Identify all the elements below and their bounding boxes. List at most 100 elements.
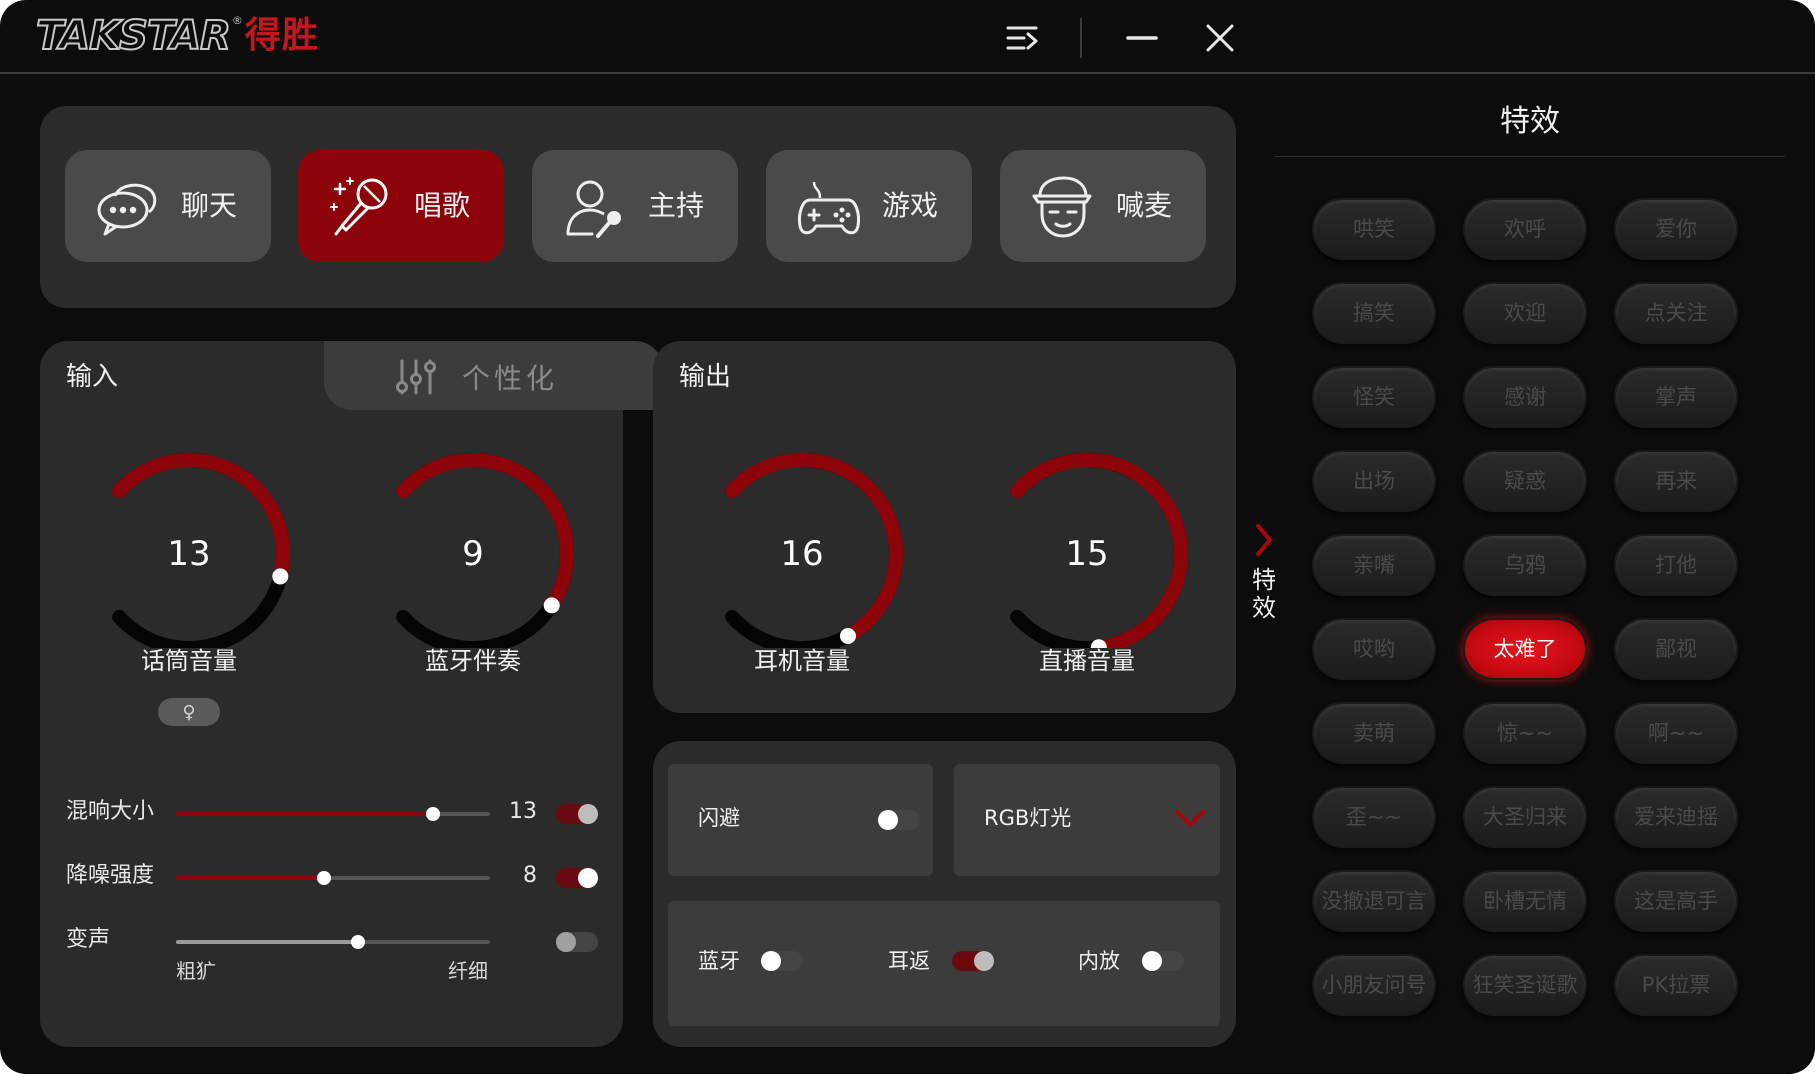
mode-label-shout: 喊麦	[1116, 189, 1173, 222]
tab-personalize-label: 个性化	[462, 362, 559, 395]
voice-change-left-label: 粗犷	[176, 959, 216, 983]
knob-handle[interactable]	[839, 627, 856, 644]
effect-button[interactable]: 卧槽无情	[1463, 870, 1587, 932]
reverb-slider-fill	[176, 812, 434, 816]
voice-change-toggle-knob	[556, 932, 576, 952]
effect-button[interactable]: 掌声	[1614, 366, 1738, 428]
knob-headphone-volume-label: 耳机音量	[754, 647, 850, 675]
effect-button[interactable]: 狂笑圣诞歌	[1463, 954, 1587, 1016]
effect-button[interactable]: 大圣归来	[1463, 786, 1587, 848]
bluetooth-label: 蓝牙	[698, 949, 740, 973]
output-controls-panel: 闪避 RGB灯光 蓝牙 耳返 内放	[653, 741, 1236, 1047]
ear-return-toggle[interactable]	[952, 951, 994, 971]
voice-change-slider-thumb[interactable]	[351, 935, 366, 949]
reverb-value: 13	[509, 799, 537, 824]
effect-button[interactable]: 太难了	[1463, 618, 1587, 680]
rgb-light-dropdown[interactable]: RGB灯光	[954, 764, 1220, 876]
knob-bt-accompaniment-value: 9	[462, 534, 484, 574]
reverb-slider[interactable]	[176, 807, 490, 821]
mode-button-sing[interactable]: 唱歌	[298, 150, 504, 262]
effect-button[interactable]: 鄙视	[1614, 618, 1738, 680]
effect-button[interactable]: 亲嘴	[1312, 534, 1436, 596]
effect-button[interactable]: 打他	[1614, 534, 1738, 596]
chat-bubble-icon	[97, 183, 157, 236]
knob-live-volume-label: 直播音量	[1039, 647, 1135, 675]
voice-change-right-label: 纤细	[448, 959, 488, 983]
logo-registered-mark: ®	[231, 14, 243, 27]
mic-mode-chip[interactable]: ♀	[158, 698, 220, 726]
knob-handle[interactable]	[543, 597, 560, 614]
effect-button[interactable]: 这是高手	[1614, 870, 1738, 932]
chevron-down-icon	[1175, 810, 1205, 827]
effect-button[interactable]: 歪~~	[1312, 786, 1436, 848]
effect-button[interactable]: 哄笑	[1312, 198, 1436, 260]
mode-label-chat: 聊天	[181, 189, 238, 222]
title-bar: TAKSTAR ® 得胜	[0, 0, 1815, 74]
effect-button[interactable]: 欢呼	[1463, 198, 1587, 260]
ear-return-label: 耳返	[888, 949, 930, 973]
effect-button[interactable]: 疑惑	[1463, 450, 1587, 512]
minimize-icon	[1126, 36, 1158, 40]
effect-button[interactable]: 欢迎	[1463, 282, 1587, 344]
bluetooth-toggle[interactable]	[761, 951, 803, 971]
mode-label-sing: 唱歌	[414, 189, 471, 222]
knob-bt-accompaniment[interactable]: 9	[363, 448, 583, 648]
mode-label-game: 游戏	[882, 189, 939, 222]
tab-personalize[interactable]: 个性化	[324, 341, 663, 410]
mode-button-host[interactable]: 主持	[532, 150, 738, 262]
noise-reduction-toggle[interactable]	[556, 868, 598, 888]
effect-button[interactable]: 哎哟	[1312, 618, 1436, 680]
voice-change-slider[interactable]	[176, 935, 490, 949]
ear-return-toggle-knob	[974, 951, 994, 971]
titlebar-divider	[0, 72, 1815, 74]
effects-divider	[1275, 156, 1785, 157]
internal-playback-label: 内放	[1078, 949, 1120, 973]
noise-reduction-value: 8	[523, 863, 537, 888]
voice-change-toggle[interactable]	[556, 932, 598, 952]
voice-change-label: 变声	[66, 927, 111, 952]
mode-button-game[interactable]: 游戏	[766, 150, 972, 262]
noise-reduction-toggle-knob	[578, 868, 598, 888]
effect-button[interactable]: 点关注	[1614, 282, 1738, 344]
logo-text-en: TAKSTAR	[35, 12, 232, 60]
effect-button[interactable]: 爱你	[1614, 198, 1738, 260]
mode-button-chat[interactable]: 聊天	[65, 150, 271, 262]
internal-playback-toggle-knob	[1142, 951, 1162, 971]
effect-button[interactable]: 搞笑	[1312, 282, 1436, 344]
effect-button[interactable]: 怪笑	[1312, 366, 1436, 428]
host-person-icon	[566, 180, 621, 238]
takstar-logo: TAKSTAR ® 得胜	[35, 12, 319, 60]
chevron-right-icon	[1256, 524, 1272, 556]
noise-reduction-slider[interactable]	[176, 871, 490, 885]
effect-button[interactable]: 感谢	[1463, 366, 1587, 428]
effects-side-tab[interactable]: 特效	[1248, 522, 1280, 622]
effect-button[interactable]: 没撤退可言	[1312, 870, 1436, 932]
dodge-toggle[interactable]	[878, 810, 920, 830]
titlebar-separator	[1080, 18, 1082, 58]
knob-mic-volume[interactable]: 13	[79, 448, 299, 648]
knob-live-volume-value: 15	[1065, 534, 1109, 574]
effect-button[interactable]: 啊~~	[1614, 702, 1738, 764]
internal-playback-toggle[interactable]	[1142, 951, 1184, 971]
knob-live-volume[interactable]: 15	[977, 448, 1197, 648]
effect-button[interactable]: 卖萌	[1312, 702, 1436, 764]
effect-button[interactable]: 乌鸦	[1463, 534, 1587, 596]
output-panel-title: 输出	[679, 362, 732, 392]
effect-button[interactable]: 出场	[1312, 450, 1436, 512]
dodge-toggle-knob	[878, 810, 898, 830]
mode-button-shout[interactable]: 喊麦	[1000, 150, 1206, 262]
effect-button[interactable]: PK拉票	[1614, 954, 1738, 1016]
effect-button[interactable]: 惊~~	[1463, 702, 1587, 764]
knob-headphone-volume[interactable]: 16	[692, 448, 912, 648]
monitor-card: 蓝牙 耳返 内放	[668, 901, 1220, 1026]
noise-reduction-slider-fill	[176, 876, 324, 880]
effect-button[interactable]: 爱来迪摇	[1614, 786, 1738, 848]
reverb-toggle[interactable]	[556, 804, 598, 824]
menu-button[interactable]	[1004, 18, 1044, 58]
close-button[interactable]	[1200, 18, 1240, 58]
effect-button[interactable]: 再来	[1614, 450, 1738, 512]
noise-reduction-slider-thumb[interactable]	[316, 871, 331, 885]
effect-button[interactable]: 小朋友问号	[1312, 954, 1436, 1016]
minimize-button[interactable]	[1122, 18, 1162, 58]
knob-fill	[396, 453, 574, 613]
